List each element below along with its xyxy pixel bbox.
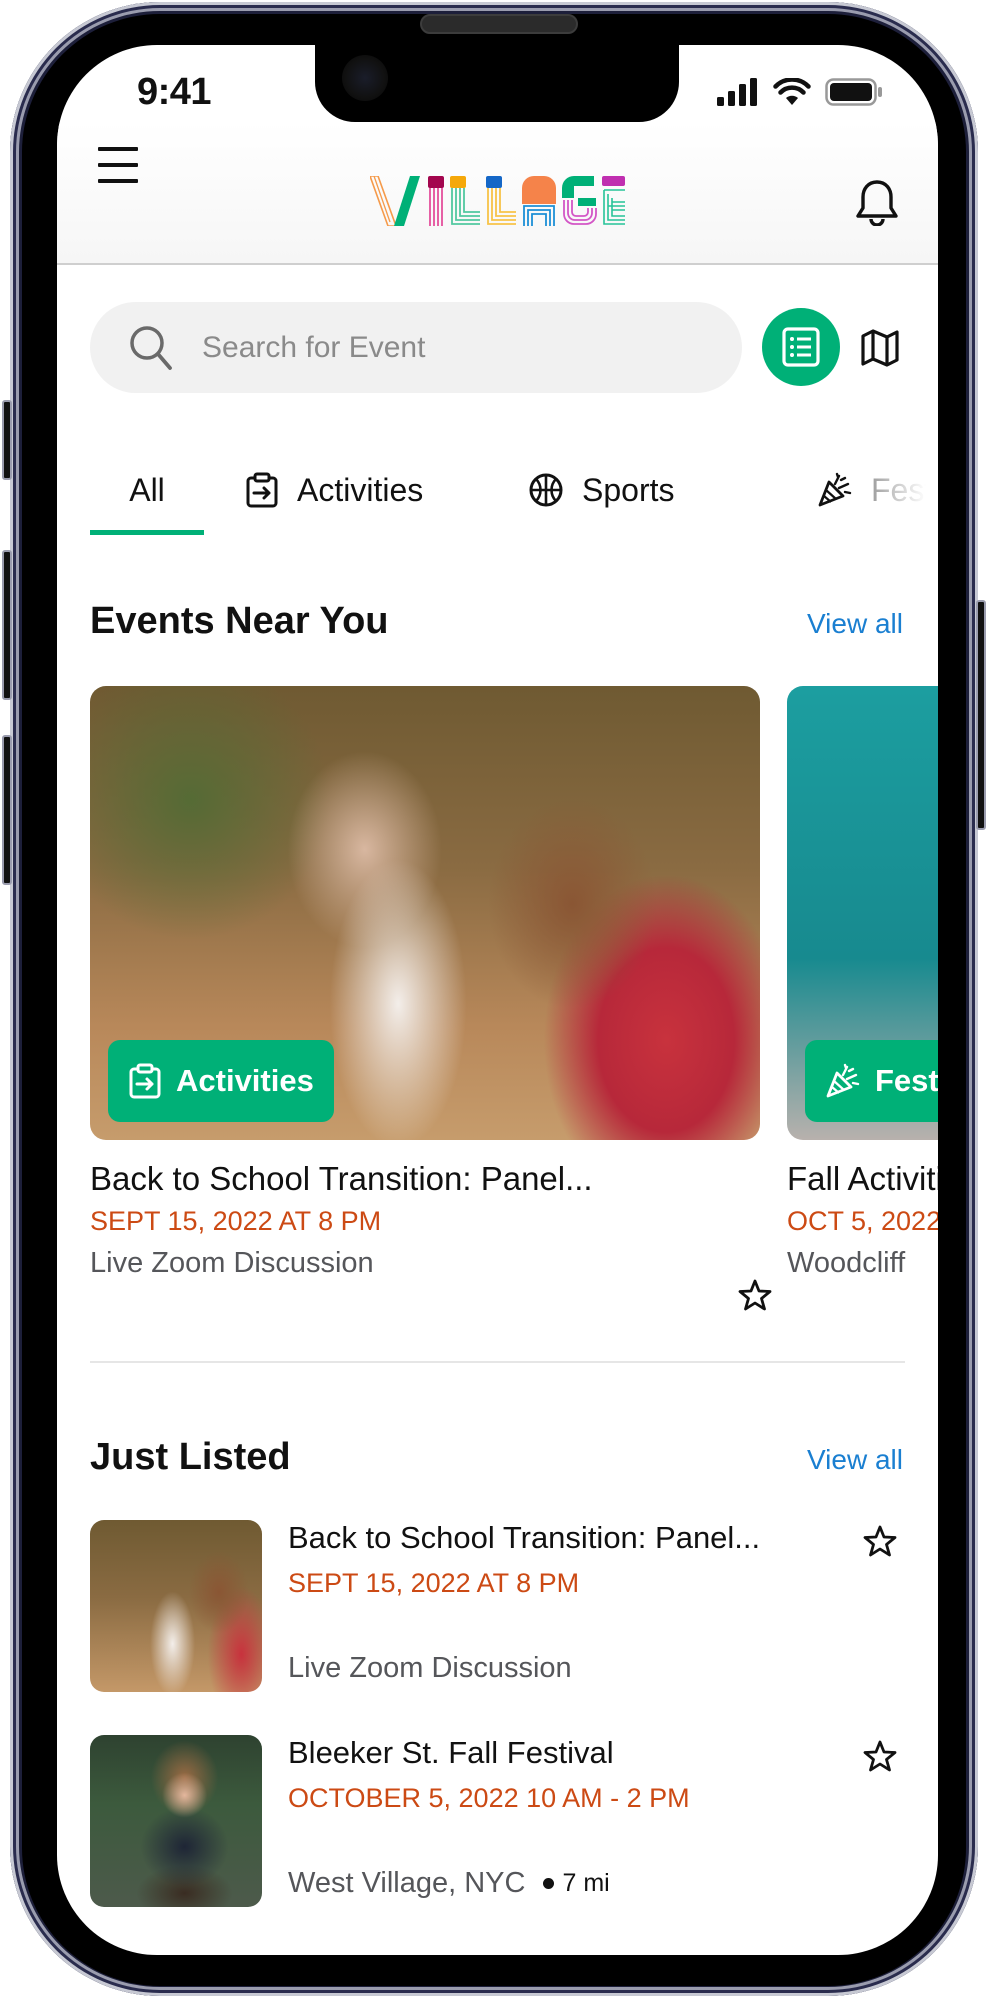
list-item-date: OCTOBER 5, 2022 10 AM - 2 PM [288, 1783, 690, 1813]
list-item-thumbnail [90, 1735, 262, 1907]
star-outline-icon[interactable] [738, 1278, 772, 1312]
event-card[interactable]: Activities Back to School Transition: Pa… [90, 686, 772, 1311]
logo-letter-a [522, 176, 556, 226]
battery-icon [825, 78, 882, 106]
front-camera [342, 55, 388, 101]
tabs-fade-overlay [858, 445, 938, 535]
village-logo [370, 176, 625, 226]
list-item-thumbnail [90, 1520, 262, 1692]
events-near-you-view-all-link[interactable]: View all [807, 608, 903, 640]
power-button [976, 600, 986, 830]
category-badge-label: Activities [176, 1063, 314, 1098]
tab-all[interactable]: All [90, 445, 204, 535]
tab-activities[interactable]: Activities [245, 445, 423, 535]
star-outline-icon[interactable] [863, 1524, 897, 1558]
party-popper-icon [818, 472, 852, 507]
earpiece-speaker [420, 14, 578, 34]
list-item-location: West Village, NYC 7 mi [288, 1867, 610, 1900]
event-card-title: Back to School Transition: Panel... [90, 1160, 593, 1197]
list-item-title: Bleeker St. Fall Festival [288, 1735, 614, 1770]
category-badge[interactable]: Festivals [805, 1040, 938, 1122]
logo-letter-l2 [486, 176, 516, 225]
cellular-signal-icon [717, 78, 757, 106]
category-badge-label: Festivals [875, 1063, 938, 1098]
list-view-button[interactable] [762, 308, 840, 386]
active-tab-indicator [90, 530, 204, 535]
status-time: 9:41 [137, 71, 212, 113]
clipboard-arrow-icon [129, 1063, 161, 1099]
wifi-icon [773, 78, 811, 105]
tab-sports[interactable]: Sports [528, 445, 674, 535]
status-icons [717, 78, 883, 106]
list-item[interactable]: Back to School Transition: Panel... SEPT… [90, 1520, 905, 1692]
tab-label: Activities [297, 471, 424, 508]
category-badge[interactable]: Activities [108, 1040, 334, 1122]
distance-value: 7 mi [562, 1869, 610, 1897]
event-card-image: Festivals [787, 686, 938, 1140]
search-icon [130, 326, 172, 370]
hamburger-menu-icon[interactable] [98, 147, 138, 185]
event-card-date: OCT 5, 2022 [787, 1206, 938, 1236]
event-card-location: Live Zoom Discussion [90, 1247, 374, 1279]
tab-label: All [129, 471, 165, 508]
list-view-icon [782, 327, 820, 367]
clipboard-arrow-icon [246, 472, 278, 508]
event-card-date: SEPT 15, 2022 AT 8 PM [90, 1206, 382, 1236]
list-item-location: Live Zoom Discussion [288, 1652, 572, 1685]
section-title-just-listed: Just Listed [90, 1436, 291, 1478]
event-card-title: Fall Activities [787, 1160, 938, 1197]
bullet-dot-icon [543, 1878, 555, 1889]
bell-icon[interactable] [854, 178, 900, 226]
logo-letter-l1 [450, 176, 480, 225]
category-tabs: All Activities Sports [90, 445, 938, 535]
basketball-icon [529, 473, 563, 507]
tab-label: Sports [582, 471, 675, 508]
event-card[interactable]: Festivals Fall Activities OCT 5, 2022 Wo… [787, 686, 938, 1280]
section-title-events-near-you: Events Near You [90, 600, 389, 642]
event-card-location: Woodcliff [787, 1247, 906, 1279]
logo-letter-g [562, 176, 597, 225]
event-card-image: Activities [90, 686, 760, 1140]
list-item-distance: 7 mi [543, 1869, 610, 1898]
list-item[interactable]: Bleeker St. Fall Festival OCTOBER 5, 202… [90, 1735, 905, 1907]
list-item-location-text: West Village, NYC [288, 1867, 526, 1899]
volume-up-button [2, 550, 12, 700]
list-item-title: Back to School Transition: Panel... [288, 1520, 761, 1555]
app-screen: 9:41 Search for Event All Activities Spo… [57, 45, 938, 1955]
section-divider [90, 1361, 905, 1363]
logo-letter-v [370, 176, 420, 226]
logo-letter-e [602, 176, 625, 225]
logo-letter-i [428, 176, 444, 226]
search-bar[interactable] [90, 302, 742, 393]
just-listed-view-all-link[interactable]: View all [807, 1444, 903, 1476]
star-outline-icon[interactable] [863, 1739, 897, 1773]
list-item-date: SEPT 15, 2022 AT 8 PM [288, 1568, 580, 1598]
mute-switch [2, 400, 12, 480]
party-popper-icon [826, 1063, 860, 1098]
map-icon[interactable] [860, 328, 900, 368]
list-item-location-text: Live Zoom Discussion [288, 1652, 572, 1684]
volume-down-button [2, 735, 12, 885]
search-input[interactable] [202, 302, 722, 393]
